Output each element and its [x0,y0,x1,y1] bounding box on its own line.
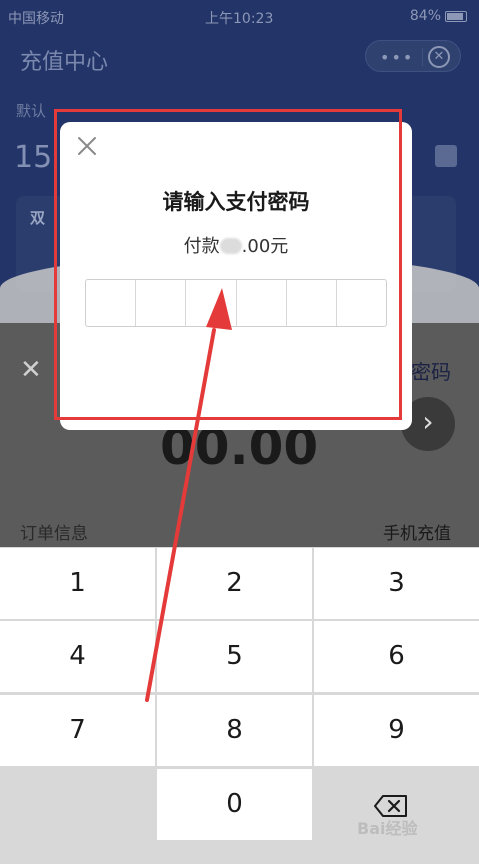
annotation-highlight-box [54,109,402,420]
key-6[interactable]: 6 [314,621,479,692]
order-info-value: 手机充值 [383,524,451,544]
capsule-divider [422,48,423,66]
page-title: 充值中心 [20,50,109,75]
key-9[interactable]: 9 [314,695,479,766]
battery-indicator: 84% [410,8,467,24]
sheet-password-label: 密码 [411,360,451,384]
battery-percent: 84% [409,8,441,24]
key-blank [0,769,155,840]
more-icon[interactable]: ••• [380,48,414,67]
status-bar: 中国移动 上午10:23 84% [0,0,479,32]
mini-program-capsule[interactable]: ••• ✕ [365,40,461,72]
key-3[interactable]: 3 [314,548,479,619]
watermark-logo: Bai经验 [357,819,418,838]
key-8[interactable]: 8 [157,695,312,766]
order-info-label: 订单信息 [20,524,88,544]
sheet-close-icon[interactable]: ✕ [20,355,42,385]
close-circle-icon[interactable]: ✕ [428,46,450,68]
key-0[interactable]: 0 [157,769,312,840]
promo-card-label: 双 [30,209,46,227]
key-5[interactable]: 5 [157,621,312,692]
key-2[interactable]: 2 [157,548,312,619]
key-4[interactable]: 4 [0,621,155,692]
clock: 上午10:23 [205,11,274,27]
phone-hint: 默认 [16,102,47,120]
carrier-label: 中国移动 [8,11,64,27]
backspace-icon[interactable] [374,795,408,817]
key-7[interactable]: 7 [0,695,155,766]
key-1[interactable]: 1 [0,548,155,619]
phone-number: 15 [14,140,53,175]
contact-icon[interactable] [435,145,457,167]
battery-icon [445,10,467,22]
